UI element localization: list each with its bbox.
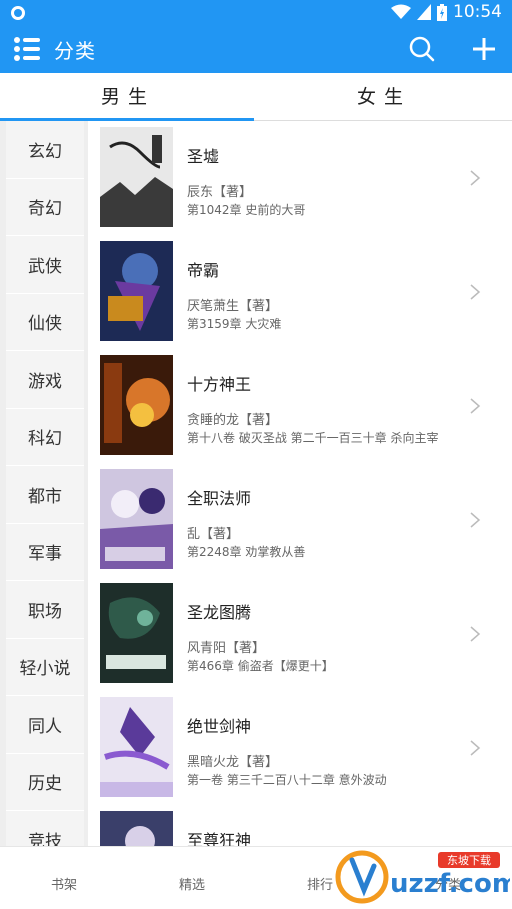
chevron-right-icon: [470, 740, 481, 756]
book-cover: [100, 127, 173, 227]
category-item[interactable]: 武侠: [6, 236, 84, 294]
category-item[interactable]: 职场: [6, 581, 84, 639]
book-latest-chapter: 第3159章 大灾难: [187, 317, 282, 331]
category-item[interactable]: 轻小说: [6, 638, 84, 696]
status-bar: 10:54: [0, 0, 512, 25]
book-item[interactable]: 全职法师 乱【著】 第2248章 劝掌教从善: [88, 463, 512, 577]
category-item[interactable]: 科幻: [6, 408, 84, 466]
book-author: 辰东【著】: [187, 185, 253, 200]
book-title: 绝世剑神: [187, 717, 252, 736]
nav-bookshelf[interactable]: 书架: [0, 847, 128, 909]
chevron-right-icon: [470, 398, 481, 414]
book-latest-chapter: 第一卷 第三千二百八十二章 意外波动: [187, 773, 387, 787]
wifi-icon: [391, 4, 411, 19]
category-item[interactable]: 竞技: [6, 811, 84, 846]
book-author: 黑暗火龙【著】: [187, 755, 279, 770]
book-author: 风青阳【著】: [187, 641, 266, 656]
book-cover: [100, 811, 173, 846]
category-item[interactable]: 同人: [6, 696, 84, 754]
clock: 10:54: [453, 2, 502, 22]
book-cover: [100, 697, 173, 797]
nav-featured[interactable]: 精选: [128, 847, 256, 909]
book-title: 帝霸: [187, 261, 220, 280]
nav-label: 书架: [50, 878, 77, 893]
book-title: 全职法师: [187, 489, 252, 508]
book-item[interactable]: 圣龙图腾 风青阳【著】 第466章 偷盗者【爆更十】: [88, 577, 512, 691]
book-author: 厌笔萧生【著】: [187, 299, 279, 314]
featured-icon: [183, 852, 201, 864]
tab-male[interactable]: 男生: [0, 73, 256, 121]
chevron-right-icon: [470, 512, 481, 528]
category-item[interactable]: 历史: [6, 753, 84, 811]
category-item[interactable]: 都市: [6, 466, 84, 524]
app-bar: 分类: [0, 25, 512, 73]
book-title: 十方神王: [187, 375, 252, 394]
menu-icon[interactable]: [14, 37, 40, 61]
bookshelf-icon: [55, 852, 73, 864]
notification-app-icon: [8, 3, 28, 23]
chevron-right-icon: [470, 170, 481, 186]
book-cover: [100, 469, 173, 569]
chevron-right-icon: [470, 626, 481, 642]
add-icon[interactable]: [470, 35, 498, 63]
category-item[interactable]: 玄幻: [6, 121, 84, 179]
nav-label: 精选: [178, 878, 205, 893]
category-item[interactable]: 军事: [6, 523, 84, 581]
battery-charging-icon: [437, 3, 447, 21]
category-sidebar[interactable]: 玄幻 奇幻 武侠 仙侠 游戏 科幻 都市 军事 职场 轻小说 同人 历史 竞技: [0, 121, 88, 846]
book-cover: [100, 241, 173, 341]
chevron-right-icon: [470, 284, 481, 300]
book-item[interactable]: 圣墟 辰东【著】 第1042章 史前的大哥: [88, 121, 512, 235]
signal-icon: [417, 4, 431, 20]
tab-female[interactable]: 女生: [256, 73, 512, 121]
book-item[interactable]: 帝霸 厌笔萧生【著】 第3159章 大灾难: [88, 235, 512, 349]
book-item[interactable]: 至尊狂神: [88, 805, 512, 846]
book-latest-chapter: 第十八卷 破灭圣战 第二千一百三十章 杀向主宰: [187, 431, 439, 445]
book-list[interactable]: 圣墟 辰东【著】 第1042章 史前的大哥 帝霸 厌笔萧生【著】 第3159章 …: [88, 121, 512, 846]
book-latest-chapter: 第1042章 史前的大哥: [187, 203, 306, 217]
category-item[interactable]: 奇幻: [6, 178, 84, 236]
book-latest-chapter: 第466章 偷盗者【爆更十】: [187, 659, 334, 673]
book-title: 至尊狂神: [187, 831, 252, 846]
gender-tabs: 男生 女生: [0, 73, 512, 121]
book-latest-chapter: 第2248章 劝掌教从善: [187, 545, 306, 559]
book-title: 圣龙图腾: [187, 603, 252, 622]
book-cover: [100, 583, 173, 683]
watermark-badge: 东坡下载: [447, 854, 491, 867]
watermark-logo: 东坡下载 uzzf.com: [335, 850, 510, 904]
page-title: 分类: [54, 39, 96, 63]
book-cover: [100, 355, 173, 455]
book-item[interactable]: 绝世剑神 黑暗火龙【著】 第一卷 第三千二百八十二章 意外波动: [88, 691, 512, 805]
book-title: 圣墟: [187, 147, 220, 166]
category-item[interactable]: 仙侠: [6, 293, 84, 351]
book-author: 乱【著】: [187, 527, 240, 542]
category-item[interactable]: 游戏: [6, 351, 84, 409]
book-author: 贪睡的龙【著】: [187, 413, 279, 428]
book-item[interactable]: 十方神王 贪睡的龙【著】 第十八卷 破灭圣战 第二千一百三十章 杀向主宰: [88, 349, 512, 463]
ranking-icon: [311, 852, 329, 864]
search-icon[interactable]: [408, 35, 436, 63]
watermark-text: uzzf.com: [390, 869, 510, 899]
